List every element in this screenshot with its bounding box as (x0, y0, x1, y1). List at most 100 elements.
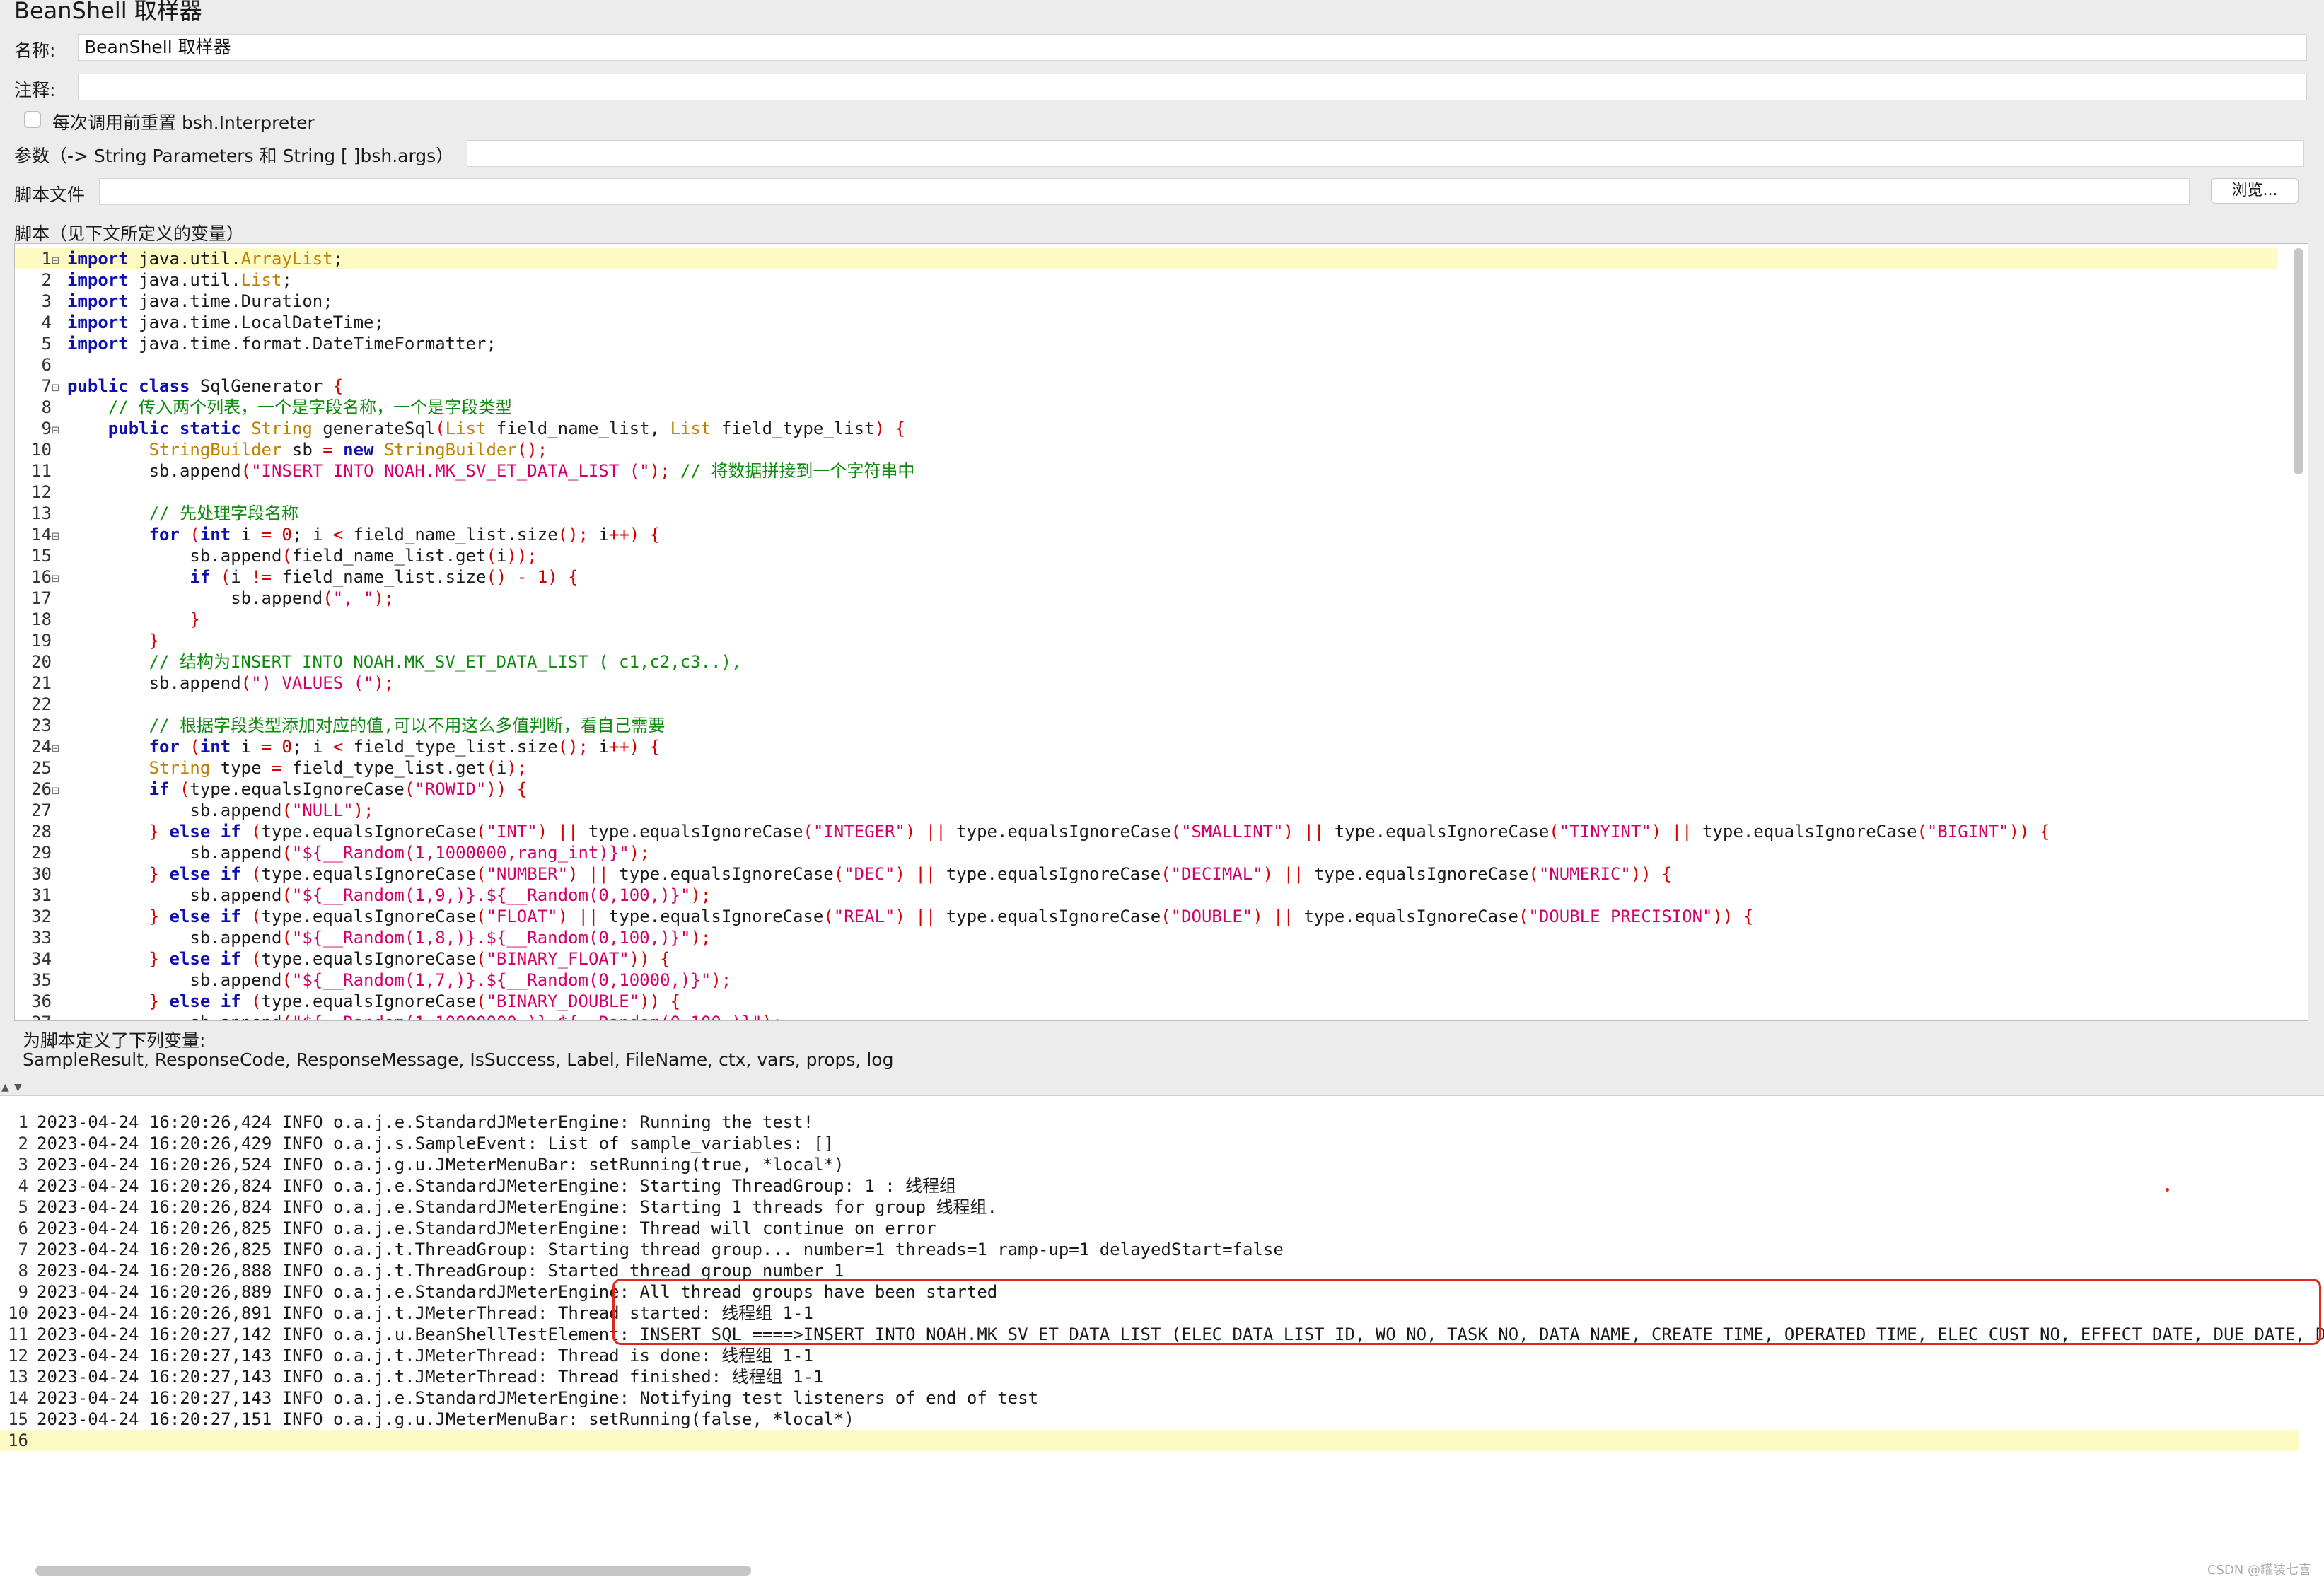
editor-line[interactable]: 29 sb.append("${__Random(1,1000000,rang_… (15, 842, 2278, 863)
editor-line[interactable]: 32 } else if (type.equalsIgnoreCase("FLO… (15, 906, 2278, 927)
code-text: public static String generateSql(List fi… (108, 419, 905, 438)
log-line: 5 2023-04-24 16:20:26,824 INFO o.a.j.e.St… (0, 1196, 2299, 1218)
editor-line[interactable]: 31 sb.append("${__Random(1,9,)}.${__Rand… (15, 885, 2278, 906)
script-editor[interactable]: 1⊟ import java.util.ArrayList; 2 import jav… (14, 243, 2308, 1021)
log-line: 3 2023-04-24 16:20:26,524 INFO o.a.j.g.u.… (0, 1154, 2299, 1175)
code-text: for (int i = 0; i < field_type_list.size… (149, 737, 661, 757)
editor-line[interactable]: 13 // 先处理字段名称 (15, 503, 2278, 524)
fold-icon[interactable]: ⊟ (52, 781, 67, 802)
comment-field[interactable] (78, 74, 2307, 100)
log-line-number: 6 (18, 1218, 28, 1238)
editor-line[interactable]: 17 sb.append(", "); (15, 588, 2278, 609)
line-number: 2 (41, 270, 52, 290)
editor-line[interactable]: 15 sb.append(field_name_list.get(i)); (15, 545, 2278, 566)
fold-icon[interactable]: ⊟ (52, 526, 67, 547)
line-number: 5 (41, 334, 52, 354)
code-text: } (149, 631, 160, 651)
code-text: import java.util.List; (67, 270, 292, 290)
editor-line[interactable]: 21 sb.append(") VALUES ("); (15, 672, 2278, 694)
editor-line[interactable]: 19 } (15, 630, 2278, 651)
script-label: 脚本（见下文所定义的变量） (14, 223, 245, 244)
code-text: if (i != field_name_list.size() - 1) { (190, 567, 579, 587)
code-text: } else if (type.equalsIgnoreCase("INT") … (149, 822, 2050, 842)
log-text: 2023-04-24 16:20:27,151 INFO o.a.j.g.u.J… (37, 1409, 854, 1429)
editor-line[interactable]: 8 // 传入两个列表，一个是字段名称，一个是字段类型 (15, 397, 2278, 418)
editor-line[interactable]: 4 import java.time.LocalDateTime; (15, 312, 2278, 333)
editor-line[interactable]: 14⊟ for (int i = 0; i < field_name_list.… (15, 524, 2278, 545)
log-line: 12 2023-04-24 16:20:27,143 INFO o.a.j.t.J… (0, 1345, 2299, 1366)
log-line-number: 16 (8, 1431, 28, 1450)
editor-vertical-scrollbar[interactable] (2294, 248, 2303, 474)
code-text: // 结构为INSERT INTO NOAH.MK_SV_ET_DATA_LIS… (149, 652, 742, 672)
line-number: 27 (31, 800, 52, 820)
editor-line[interactable]: 25 String type = field_type_list.get(i); (15, 757, 2278, 779)
editor-line[interactable]: 36 } else if (type.equalsIgnoreCase("BIN… (15, 991, 2278, 1012)
fold-icon[interactable]: ⊟ (52, 420, 67, 441)
script-file-field[interactable] (99, 178, 2190, 205)
log-horizontal-scrollbar[interactable] (35, 1566, 751, 1576)
log-line-number: 7 (18, 1240, 28, 1259)
log-line-number: 13 (8, 1367, 28, 1387)
editor-line[interactable]: 37 sb.append("${__Random(1,10000000,)}.$… (15, 1012, 2278, 1020)
fold-icon[interactable]: ⊟ (52, 378, 67, 399)
line-number: 35 (31, 970, 52, 990)
name-field[interactable]: BeanShell 取样器 (78, 34, 2307, 61)
reset-interpreter-label: 每次调用前重置 bsh.Interpreter (52, 112, 315, 133)
editor-line[interactable]: 30 } else if (type.equalsIgnoreCase("NUM… (15, 863, 2278, 885)
line-number: 9 (41, 419, 52, 438)
line-number: 34 (31, 949, 52, 969)
editor-line[interactable]: 24⊟ for (int i = 0; i < field_type_list.… (15, 736, 2278, 757)
editor-line[interactable]: 6 (15, 354, 2278, 375)
editor-line[interactable]: 34 } else if (type.equalsIgnoreCase("BIN… (15, 948, 2278, 969)
editor-line[interactable]: 28 } else if (type.equalsIgnoreCase("INT… (15, 821, 2278, 842)
log-text: 2023-04-24 16:20:26,888 INFO o.a.j.t.Thr… (37, 1261, 844, 1281)
browse-button[interactable]: 浏览... (2211, 178, 2299, 204)
editor-line[interactable]: 33 sb.append("${__Random(1,8,)}.${__Rand… (15, 927, 2278, 948)
editor-line[interactable]: 16⊟ if (i != field_name_list.size() - 1)… (15, 566, 2278, 588)
line-number: 24 (31, 737, 52, 757)
variables-title: 为脚本定义了下列变量: (23, 1030, 206, 1051)
log-text: 2023-04-24 16:20:26,424 INFO o.a.j.e.Sta… (37, 1112, 814, 1132)
editor-line[interactable]: 1⊟ import java.util.ArrayList; (15, 248, 2278, 269)
editor-line[interactable]: 11 sb.append("INSERT INTO NOAH.MK_SV_ET_… (15, 460, 2278, 482)
editor-line[interactable]: 7⊟ public class SqlGenerator { (15, 375, 2278, 397)
editor-line[interactable]: 26⊟ if (type.equalsIgnoreCase("ROWID")) … (15, 779, 2278, 800)
editor-line[interactable]: 5 import java.time.format.DateTimeFormatt… (15, 333, 2278, 354)
editor-line[interactable]: 3 import java.time.Duration; (15, 291, 2278, 312)
line-number: 12 (31, 482, 52, 502)
annotation-dot (2166, 1188, 2169, 1192)
code-text: } else if (type.equalsIgnoreCase("NUMBER… (149, 864, 1672, 884)
fold-icon[interactable]: ⊟ (52, 569, 67, 590)
parameters-field[interactable] (467, 140, 2304, 167)
editor-line[interactable]: 2 import java.util.List; (15, 269, 2278, 291)
editor-line[interactable]: 35 sb.append("${__Random(1,7,)}.${__Rand… (15, 969, 2278, 991)
name-label: 名称: (14, 40, 56, 61)
editor-line[interactable]: 23 // 根据字段类型添加对应的值,可以不用这么多值判断，看自己需要 (15, 715, 2278, 736)
editor-line[interactable]: 10 StringBuilder sb = new StringBuilder(… (15, 439, 2278, 460)
editor-line[interactable]: 20 // 结构为INSERT INTO NOAH.MK_SV_ET_DATA_… (15, 651, 2278, 672)
code-text: sb.append("${__Random(1,9,)}.${__Random(… (190, 885, 711, 905)
code-text: } else if (type.equalsIgnoreCase("BINARY… (149, 949, 670, 969)
code-text: sb.append(", "); (231, 588, 395, 608)
line-number: 13 (31, 503, 52, 523)
editor-line[interactable]: 9⊟ public static String generateSql(List… (15, 418, 2278, 439)
code-text: } (190, 610, 200, 629)
editor-line[interactable]: 18 } (15, 609, 2278, 630)
fold-icon[interactable]: ⊟ (52, 250, 67, 272)
line-number: 18 (31, 610, 52, 629)
fold-icon[interactable]: ⊟ (52, 738, 67, 759)
log-text: 2023-04-24 16:20:26,824 INFO o.a.j.e.Sta… (37, 1176, 957, 1196)
code-text: for (int i = 0; i < field_name_list.size… (149, 525, 661, 544)
editor-line[interactable]: 27 sb.append("NULL"); (15, 800, 2278, 821)
split-divider[interactable]: ▲ ▼ (0, 1075, 2324, 1095)
line-number: 10 (31, 440, 52, 460)
editor-line[interactable]: 22 (15, 694, 2278, 715)
reset-interpreter-checkbox[interactable] (24, 111, 41, 128)
collapse-down-icon[interactable]: ▼ (14, 1082, 22, 1093)
log-line: 13 2023-04-24 16:20:27,143 INFO o.a.j.t.J… (0, 1366, 2299, 1387)
editor-line[interactable]: 12 (15, 482, 2278, 503)
code-text: // 先处理字段名称 (149, 503, 298, 523)
collapse-up-icon[interactable]: ▲ (1, 1082, 9, 1093)
log-line-number: 5 (18, 1197, 28, 1217)
code-text: sb.append("${__Random(1,8,)}.${__Random(… (190, 928, 711, 948)
